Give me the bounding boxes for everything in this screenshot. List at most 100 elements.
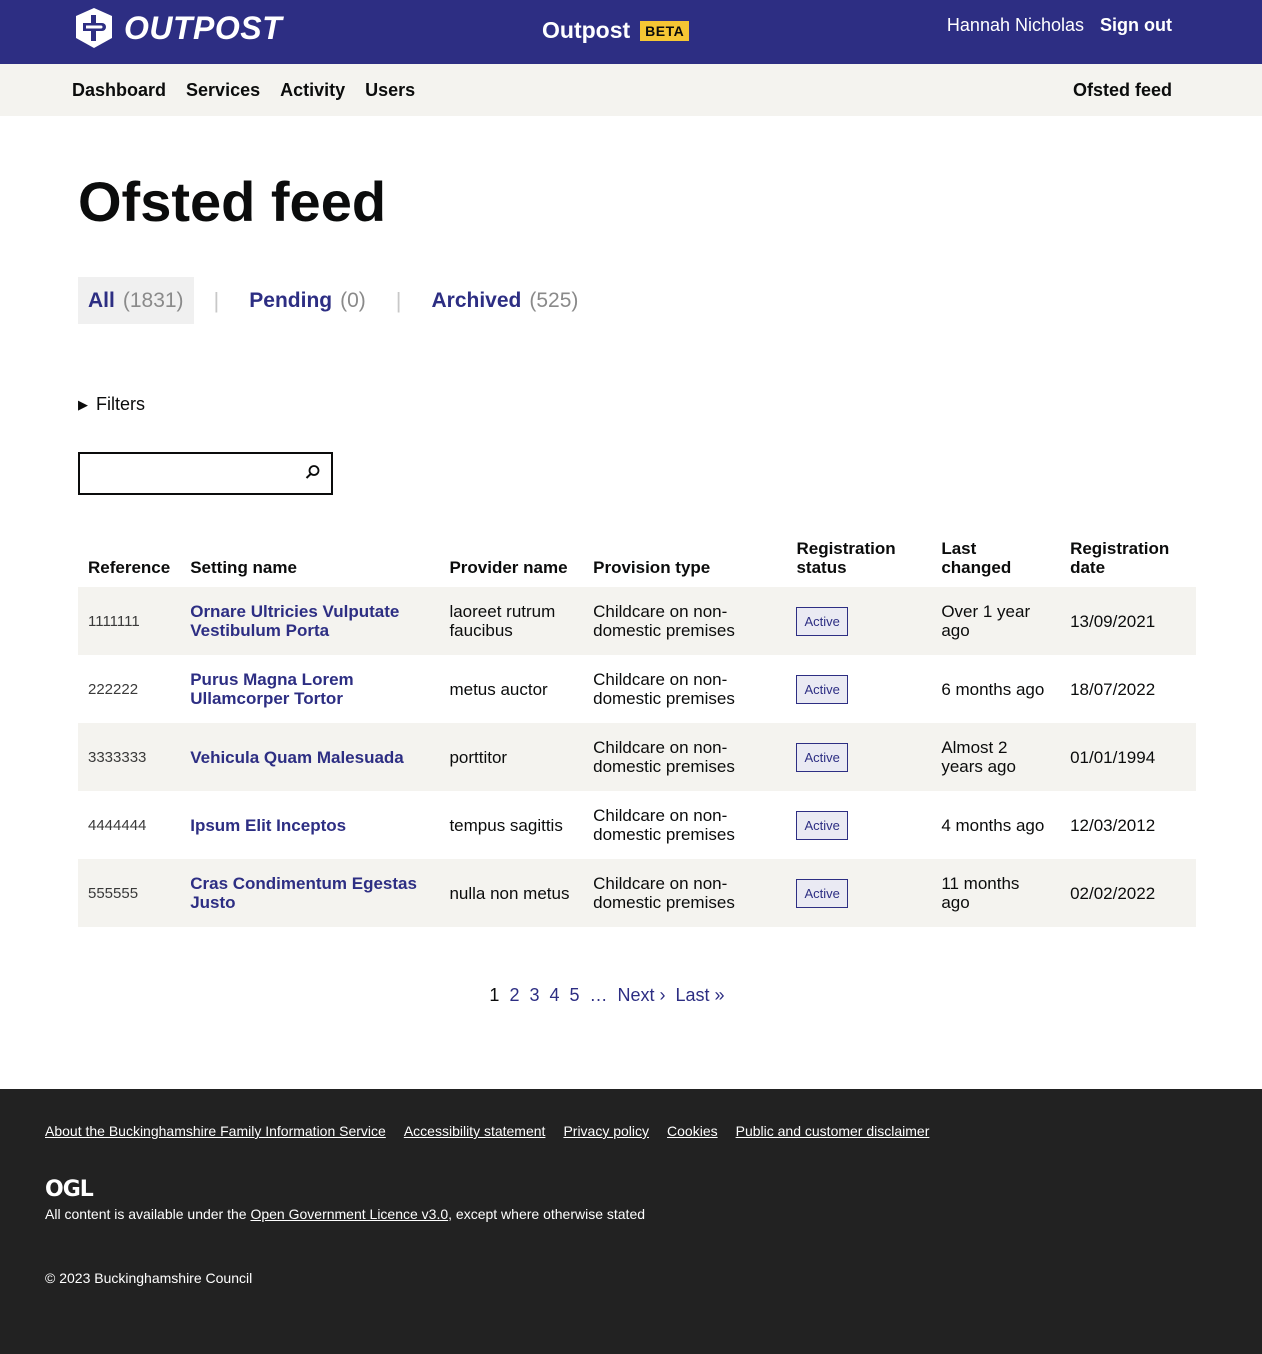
tab-label: Pending [249,288,333,312]
tab-count: (525) [529,288,579,312]
column-header[interactable]: Provider name [439,539,583,587]
service-name[interactable]: Outpost [542,17,630,44]
nav-item-activity[interactable]: Activity [280,80,345,101]
registration-date-cell: 18/07/2022 [1070,679,1156,699]
provider-name-cell: laoreet rutrum faucibus [449,602,556,640]
setting-name-link[interactable]: Ipsum Elit Inceptos [190,816,346,835]
page-link-4[interactable]: 4 [549,985,559,1006]
registration-status-cell: Active [786,791,931,859]
last-page-link[interactable]: Last » [676,985,725,1006]
setting-name-cell: Purus Magna Lorem Ullamcorper Tortor [180,655,439,723]
tab-archived[interactable]: Archived (525) [422,277,589,324]
table-row: 3333333 Vehicula Quam Malesuada porttito… [78,723,1196,791]
reference-cell: 555555 [88,884,139,902]
reference-cell: 4444444 [88,816,147,834]
outpost-logo-icon [72,6,116,50]
main-content: Ofsted feed All (1831) | Pending (0) | A… [0,170,1262,1006]
setting-name-link[interactable]: Purus Magna Lorem Ullamcorper Tortor [190,670,353,708]
footer-link-disclaimer[interactable]: Public and customer disclaimer [736,1123,930,1139]
status-badge: Active [796,742,848,772]
triangle-right-icon: ▶ [78,396,88,412]
registration-status-cell: Active [786,655,931,723]
nav-item-users[interactable]: Users [365,80,415,101]
registration-status-cell: Active [786,723,931,791]
nav-item-dashboard[interactable]: Dashboard [72,80,166,101]
column-header[interactable]: Reference [78,539,180,587]
column-header[interactable]: Setting name [180,539,439,587]
service-title: Outpost BETA [542,17,690,44]
column-header[interactable]: Registration date [1060,539,1196,587]
footer-link-privacy[interactable]: Privacy policy [563,1123,649,1139]
provision-type-cell: Childcare on non-domestic premises [593,874,735,912]
table-row: 222222 Purus Magna Lorem Ullamcorper Tor… [78,655,1196,723]
footer-link-about[interactable]: About the Buckinghamshire Family Informa… [45,1123,386,1139]
page-ellipsis: … [589,985,608,1005]
setting-name-link[interactable]: Vehicula Quam Malesuada [190,748,404,767]
reference-cell: 3333333 [88,748,147,766]
provision-type-cell: Childcare on non-domestic premises [593,806,735,844]
sign-out-link[interactable]: Sign out [1100,15,1172,36]
provider-name-cell: nulla non metus [449,883,570,903]
column-header[interactable]: Last changed [931,539,1060,587]
licence-prefix: All content is available under the [45,1206,251,1222]
licence-text: All content is available under the Open … [45,1206,1217,1222]
registration-status-cell: Active [786,859,931,927]
search-box [78,452,333,495]
page-title: Ofsted feed [78,170,387,233]
provision-type-cell: Childcare on non-domestic premises [593,602,735,640]
search-button[interactable] [303,463,323,483]
provider-name-cell: tempus sagittis [449,815,563,835]
ogl-logo: OGL [45,1177,94,1202]
column-header[interactable]: Registration status [786,539,931,587]
tab-pending[interactable]: Pending (0) [239,277,376,324]
setting-name-cell: Vehicula Quam Malesuada [180,723,439,791]
main-nav: Dashboard Services Activity Users Ofsted… [0,64,1262,116]
setting-name-cell: Cras Condimentum Egestas Justo [180,859,439,927]
setting-name-link[interactable]: Cras Condimentum Egestas Justo [190,874,417,912]
registration-date-cell: 01/01/1994 [1070,747,1156,767]
registration-date-cell: 13/09/2021 [1070,611,1156,631]
tab-label: Archived [431,288,522,312]
registration-date-cell: 12/03/2012 [1070,815,1156,835]
provision-type-cell: Childcare on non-domestic premises [593,738,735,776]
status-badge: Active [796,878,848,908]
tab-label: All [88,288,115,312]
licence-link[interactable]: Open Government Licence v3.0 [250,1206,448,1222]
table-row: 4444444 Ipsum Elit Inceptos tempus sagit… [78,791,1196,859]
footer-link-cookies[interactable]: Cookies [667,1123,718,1139]
table-header-row: Reference Setting name Provider name Pro… [78,539,1196,587]
filters-toggle[interactable]: ▶ Filters [78,394,1196,415]
search-input[interactable] [80,454,290,492]
last-changed-cell: 4 months ago [941,815,1045,835]
page-current: 1 [489,985,500,1005]
tab-count: (0) [340,288,366,312]
column-header[interactable]: Provision type [583,539,786,587]
setting-name-link[interactable]: Ornare Ultricies Vulputate Vestibulum Po… [190,602,399,640]
pagination: 1 2 3 4 5 … Next › Last » [78,985,1196,1006]
nav-item-services[interactable]: Services [186,80,260,101]
registration-status-cell: Active [786,587,931,655]
last-changed-cell: 11 months ago [941,874,1020,912]
outpost-logo[interactable]: OUTPOST [72,6,282,50]
last-changed-cell: Over 1 year ago [941,602,1031,640]
nav-item-ofsted-feed[interactable]: Ofsted feed [1073,80,1172,101]
filters-label: Filters [96,394,145,414]
provision-type-cell: Childcare on non-domestic premises [593,670,735,708]
page-link-5[interactable]: 5 [569,985,579,1006]
reference-cell: 1111111 [88,612,140,630]
setting-name-cell: Ipsum Elit Inceptos [180,791,439,859]
tab-separator: | [395,287,402,313]
reference-cell: 222222 [88,680,139,698]
tab-all[interactable]: All (1831) [78,277,194,324]
table-row: 555555 Cras Condimentum Egestas Justo nu… [78,859,1196,927]
site-footer: About the Buckinghamshire Family Informa… [0,1089,1262,1354]
footer-links: About the Buckinghamshire Family Informa… [45,1123,1217,1139]
page-link-2[interactable]: 2 [509,985,519,1006]
nav-list: Dashboard Services Activity Users [72,80,415,101]
last-changed-cell: 6 months ago [941,679,1045,699]
next-page-link[interactable]: Next › [618,985,666,1006]
copyright: © 2023 Buckinghamshire Council [45,1270,253,1286]
footer-link-accessibility[interactable]: Accessibility statement [404,1123,546,1139]
registration-date-cell: 02/02/2022 [1070,883,1156,903]
page-link-3[interactable]: 3 [529,985,539,1006]
